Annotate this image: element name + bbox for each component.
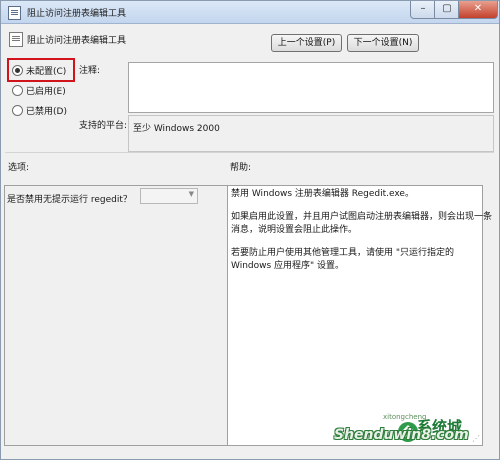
options-pane: [4, 185, 260, 446]
resize-grip-icon[interactable]: ⋰: [472, 434, 480, 443]
platform-value: 至少 Windows 2000: [133, 124, 220, 134]
watermark-site: Shenduwin8.com: [334, 427, 469, 443]
platform-label: 支持的平台:: [79, 121, 128, 131]
help-paragraph-3b: Windows 应用程序" 设置。: [231, 261, 345, 271]
previous-setting-button[interactable]: 上一个设置(P): [271, 34, 342, 52]
next-setting-button[interactable]: 下一个设置(N): [347, 34, 419, 52]
help-paragraph-2b: 消息，说明设置会阻止此操作。: [231, 225, 358, 235]
window-title: 阻止访问注册表编辑工具: [27, 9, 127, 19]
minimize-button[interactable]: –: [410, 1, 436, 19]
help-label: 帮助:: [230, 163, 252, 173]
title-bar[interactable]: 阻止访问注册表编辑工具 – ▢ ✕: [1, 1, 499, 24]
comment-textarea[interactable]: [128, 62, 494, 113]
radio-label: 未配置(C): [26, 67, 67, 77]
comment-label: 注释:: [79, 66, 101, 76]
dropdown-arrow-icon[interactable]: ▼: [189, 190, 194, 198]
radio-dot[interactable]: [12, 105, 23, 116]
close-button[interactable]: ✕: [458, 1, 498, 19]
platform-field: 至少 Windows 2000: [128, 115, 494, 152]
radio-dot[interactable]: [12, 85, 23, 96]
options-label: 选项:: [8, 163, 30, 173]
policy-icon: [8, 6, 21, 20]
setting-icon: [9, 32, 23, 47]
setting-title: 阻止访问注册表编辑工具: [27, 36, 127, 46]
dialog-window: 阻止访问注册表编辑工具 – ▢ ✕ 阻止访问注册表编辑工具 上一个设置(P) 下…: [0, 0, 500, 460]
radio-label: 已启用(E): [26, 87, 66, 97]
radio-label: 已禁用(D): [26, 107, 67, 117]
maximize-button[interactable]: ▢: [434, 1, 460, 19]
help-paragraph-3a: 若要防止用户使用其他管理工具，请使用 "只运行指定的: [231, 248, 455, 258]
regedit-option-select[interactable]: ▼: [140, 188, 198, 204]
regedit-option-label: 是否禁用无提示运行 regedit？: [7, 195, 132, 205]
divider: [5, 152, 494, 153]
help-paragraph-2a: 如果启用此设置，并且用户试图启动注册表编辑器，则会出现一条: [231, 212, 493, 222]
help-paragraph-1: 禁用 Windows 注册表编辑器 Regedit.exe。: [231, 189, 414, 199]
radio-dot[interactable]: [12, 65, 23, 76]
